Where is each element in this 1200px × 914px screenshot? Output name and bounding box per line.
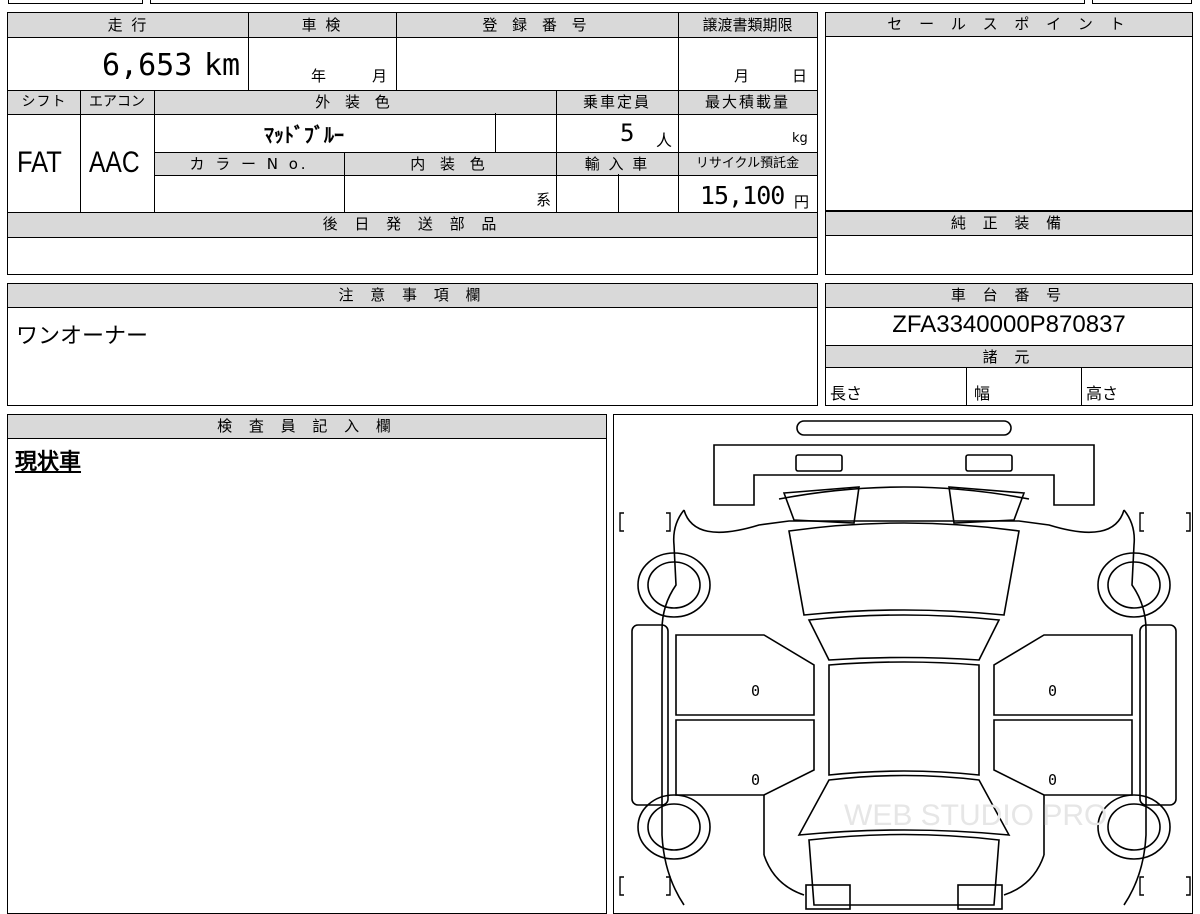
inspector-panel: 検 査 員 記 入 欄 現状車 (7, 414, 607, 914)
deadline-month-label: 月 (734, 67, 750, 85)
front-windshield (808, 833, 1000, 906)
label-recycle-fee: リサイクル預託金 (695, 156, 800, 171)
max-load-unit: kg (792, 131, 808, 146)
license-lamp-right (965, 454, 1013, 472)
capacity-unit: 人 (656, 131, 673, 150)
car-diagram-panel: 0 0 0 0 WEB STUDIO PRO (613, 414, 1193, 914)
bracket-br (1139, 876, 1191, 896)
door-rear-right (993, 634, 1133, 716)
sales-points-title: セ ー ル ス ポ イ ン ト (826, 13, 1192, 37)
license-lamp-left (795, 454, 843, 472)
shift-value: FAT (17, 146, 62, 179)
label-exterior-color: 外 装 色 (315, 93, 395, 111)
sales-points-panel: セ ー ル ス ポ イ ン ト (825, 12, 1193, 211)
mileage-value: 6,653 (102, 48, 193, 83)
rear-windshield (788, 522, 1020, 616)
spec-height-label: 高さ (1086, 384, 1119, 403)
exterior-color-value: ﾏｯﾄﾞﾌﾞﾙｰ (264, 123, 344, 147)
car-diagram: 0 0 0 0 WEB STUDIO PRO (619, 420, 1191, 910)
chassis-title: 車 台 番 号 (826, 284, 1192, 308)
rear-trim (778, 486, 1030, 500)
rear-bumper (713, 444, 1095, 506)
mark-front-right: 0 (1048, 771, 1057, 789)
notes-text: ワンオーナー (16, 324, 149, 349)
top-strip-right (1092, 0, 1192, 4)
label-mileage: 走 行 (107, 16, 149, 34)
cabin (828, 661, 980, 776)
recycle-fee-value: 15,100 (700, 181, 785, 210)
label-later-parts: 後 日 発 送 部 品 (322, 215, 503, 233)
mark-front-left: 0 (751, 771, 760, 789)
capacity-value: 5 (620, 119, 635, 147)
mileage-unit: km (204, 48, 241, 83)
vehicle-info-table: 走 行 車 検 登 録 番 号 譲渡書類期限 シフト エアコン 外 装 色 乗車… (7, 12, 818, 275)
spec-title: 諸 元 (826, 345, 1192, 368)
body-upper (683, 509, 1125, 533)
inspector-title: 検 査 員 記 入 欄 (8, 415, 606, 439)
recycle-fee-unit: 円 (794, 193, 810, 211)
notes-panel: 注 意 事 項 欄 ワンオーナー (7, 283, 818, 406)
label-max-load: 最大積載量 (704, 93, 790, 111)
spec-length-label: 長さ (830, 384, 863, 403)
inspector-text: 現状車 (15, 450, 82, 475)
inspection-year-label: 年 (311, 67, 327, 85)
label-color-no: カ ラ ー N o. (189, 155, 309, 173)
mark-rear-left: 0 (751, 682, 760, 700)
car-body-outline (661, 509, 1147, 906)
label-aircon: エアコン (89, 94, 145, 110)
genuine-equipment-panel: 純 正 装 備 (825, 211, 1193, 275)
chassis-number: ZFA3340000P870837 (892, 311, 1126, 338)
label-inspection: 車 検 (301, 16, 343, 34)
top-strip-left (8, 0, 143, 4)
label-interior-color: 内 装 色 (410, 155, 490, 173)
label-capacity: 乗車定員 (582, 93, 651, 111)
inspection-month-label: 月 (372, 67, 388, 85)
chassis-panel: 車 台 番 号 ZFA3340000P870837 諸 元 長さ 幅 高さ (825, 283, 1193, 406)
bracket-bl (619, 876, 671, 896)
label-shift: シフト (21, 94, 67, 110)
door-front-left (675, 719, 815, 796)
door-front-right (993, 719, 1133, 796)
genuine-equipment-title: 純 正 装 備 (826, 212, 1192, 236)
roof-bar (796, 420, 1012, 436)
top-strip-mid (150, 0, 1085, 4)
label-transfer-deadline: 譲渡書類期限 (702, 16, 793, 34)
mark-rear-right: 0 (1048, 682, 1057, 700)
label-import: 輸 入 車 (584, 155, 650, 173)
spec-width-label: 幅 (974, 384, 991, 403)
bracket-tl (619, 512, 671, 532)
aircon-value: AAC (89, 146, 140, 179)
bracket-tr (1139, 512, 1191, 532)
notes-title: 注 意 事 項 欄 (8, 284, 817, 308)
label-registration: 登 録 番 号 (482, 16, 592, 34)
interior-color-suffix: 系 (536, 191, 552, 209)
roof (807, 614, 1001, 661)
watermark: WEB STUDIO PRO (844, 799, 1107, 832)
deadline-day-label: 日 (792, 67, 808, 85)
door-rear-left (675, 634, 815, 716)
